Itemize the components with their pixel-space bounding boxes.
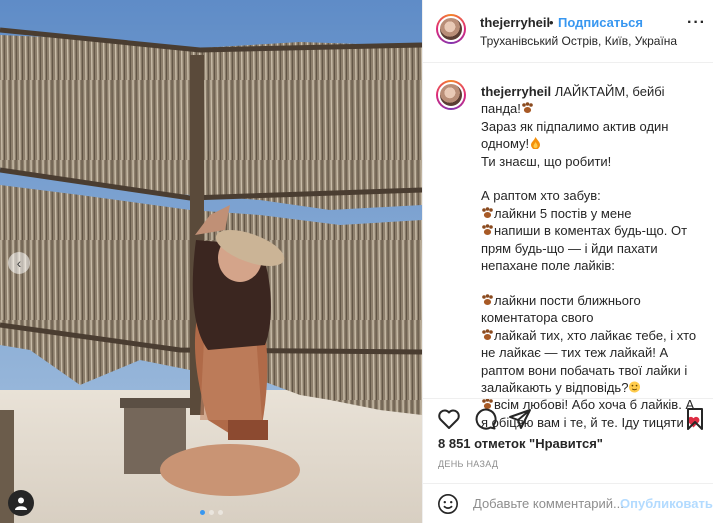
paw-emoji-icon — [482, 207, 493, 218]
post-header: thejerryheil • Подписаться Труханівський… — [423, 0, 713, 63]
carousel-dot — [218, 510, 223, 515]
sly-emoji-icon — [629, 381, 641, 393]
chevron-left-icon: ‹ — [16, 255, 22, 271]
comment-box: Добавьте комментарий... Опубликовать — [423, 483, 713, 524]
header-separator: • — [549, 15, 554, 30]
more-options-button[interactable]: ··· — [687, 14, 706, 32]
caption-line: лайкни пости ближнього коментатора свого — [481, 292, 645, 326]
user-tag-button[interactable] — [8, 490, 34, 516]
post-photo[interactable]: ‹ — [0, 0, 422, 523]
header-username[interactable]: thejerryheil — [480, 15, 550, 30]
carousel-dots — [200, 510, 223, 515]
caption-line: лайкни 5 постів у мене — [494, 205, 632, 221]
publish-comment-button[interactable]: Опубликовать — [620, 496, 713, 511]
post-caption: thejerryheil ЛАЙКТАЙМ, бейбі панда! Зара… — [481, 83, 703, 431]
caption-username[interactable]: thejerryheil — [481, 84, 551, 99]
bookmark-icon[interactable] — [683, 407, 707, 431]
follow-button[interactable]: Подписаться — [558, 15, 643, 30]
caption-line: Зараз як підпалимо актив один одному! — [481, 118, 673, 152]
fire-emoji-icon — [531, 137, 541, 150]
caption-line: А раптом хто забув: — [481, 188, 601, 204]
paw-emoji-icon — [482, 224, 493, 236]
carousel-prev-button[interactable]: ‹ — [8, 252, 30, 274]
caption-line: Ти знаєш, що робити! — [481, 153, 612, 169]
caption-avatar[interactable] — [436, 80, 466, 110]
heart-icon[interactable] — [437, 407, 461, 431]
paw-emoji-icon — [482, 328, 493, 340]
comment-icon[interactable] — [473, 407, 497, 431]
likes-count[interactable]: 8 851 отметок "Нравится" — [438, 436, 603, 451]
photo-image — [0, 0, 422, 523]
user-tag-icon — [15, 497, 27, 510]
paw-emoji-icon — [522, 102, 533, 114]
caption-line: лайкай тих, хто лайкає тебе, і хто не ла… — [481, 327, 700, 395]
carousel-dot — [200, 510, 205, 515]
carousel-dot — [209, 510, 214, 515]
avatar[interactable] — [436, 14, 466, 44]
post-time[interactable]: ДЕНЬ НАЗАД — [438, 459, 498, 469]
post-side-panel: thejerryheil • Подписаться Труханівський… — [422, 0, 713, 523]
location-link[interactable]: Труханівський Острів, Київ, Україна — [480, 34, 677, 48]
comment-input[interactable]: Добавьте комментарий... — [473, 496, 624, 511]
emoji-icon[interactable] — [437, 493, 459, 515]
share-icon[interactable] — [508, 407, 532, 431]
paw-emoji-icon — [482, 294, 493, 305]
caption-line: напиши в коментах будь-що. От прям будь-… — [481, 223, 691, 274]
post-actions — [423, 398, 713, 437]
